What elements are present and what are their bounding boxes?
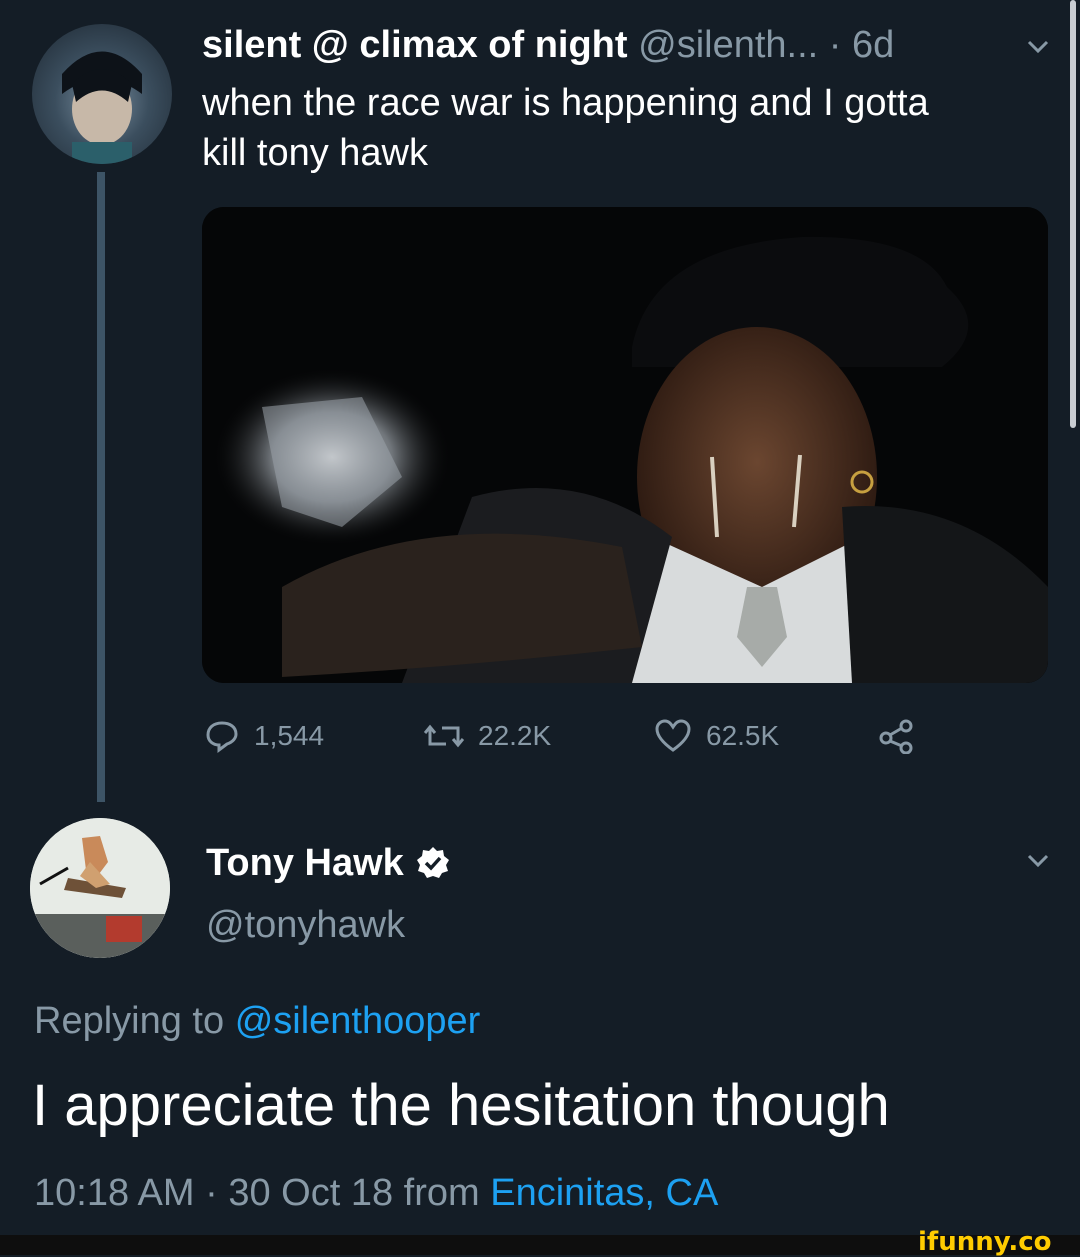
tweet2-display-name-row: Tony Hawk — [206, 838, 450, 888]
replying-to: Replying to @silenthooper — [34, 996, 480, 1046]
tweet1-handle[interactable]: @silenth... — [638, 24, 818, 66]
tweet1-media[interactable] — [202, 207, 1048, 683]
tweet1-display-name[interactable]: silent @ climax of night — [202, 24, 628, 66]
watermark: ifunny.co — [918, 1227, 1052, 1257]
tweet2-handle[interactable]: @tonyhawk — [206, 900, 405, 950]
skateboarder-photo-icon — [30, 818, 170, 958]
tweet2-location[interactable]: Encinitas, CA — [490, 1172, 718, 1214]
tweet2-timestamp-row: 10:18 AM · 30 Oct 18 from Encinitas, CA — [34, 1168, 718, 1218]
share-action[interactable] — [878, 718, 916, 754]
thread-line — [97, 172, 105, 802]
retweet-action[interactable]: 22.2K — [424, 718, 551, 754]
heart-icon — [655, 719, 691, 752]
tweet1-header: silent @ climax of night @silenth... · 6… — [202, 20, 894, 70]
retweet-icon — [424, 724, 464, 748]
avatar-tonyhawk[interactable] — [30, 818, 170, 958]
tweet1-menu-chevron-icon[interactable] — [1024, 32, 1052, 60]
anime-portrait-icon — [62, 51, 142, 164]
like-action[interactable]: 62.5K — [654, 718, 779, 754]
reply-action[interactable]: 1,544 — [204, 718, 324, 754]
tweet2-text: I appreciate the hesitation though — [32, 1073, 890, 1138]
tweet2-display-name[interactable]: Tony Hawk — [206, 838, 404, 888]
scrollbar[interactable] — [1070, 0, 1076, 428]
reply-count: 1,544 — [254, 720, 325, 751]
share-icon — [879, 719, 913, 754]
reply-icon — [206, 721, 238, 753]
tweet2-menu-chevron-icon[interactable] — [1024, 846, 1052, 874]
tweet2-timestamp[interactable]: 10:18 AM · 30 Oct 18 from — [34, 1172, 480, 1214]
like-count: 62.5K — [706, 720, 780, 751]
tweet1-separator: · — [828, 24, 842, 66]
verified-badge-icon — [416, 847, 449, 878]
replying-to-handle[interactable]: @silenthooper — [235, 1000, 481, 1042]
retweet-count: 22.2K — [478, 720, 552, 751]
tweet1-age[interactable]: 6d — [852, 24, 894, 66]
tweet1-text: when the race war is happening and I got… — [202, 82, 929, 174]
movie-still-image — [202, 207, 1048, 683]
avatar-silent[interactable] — [32, 24, 172, 164]
replying-to-label: Replying to — [34, 1000, 225, 1042]
